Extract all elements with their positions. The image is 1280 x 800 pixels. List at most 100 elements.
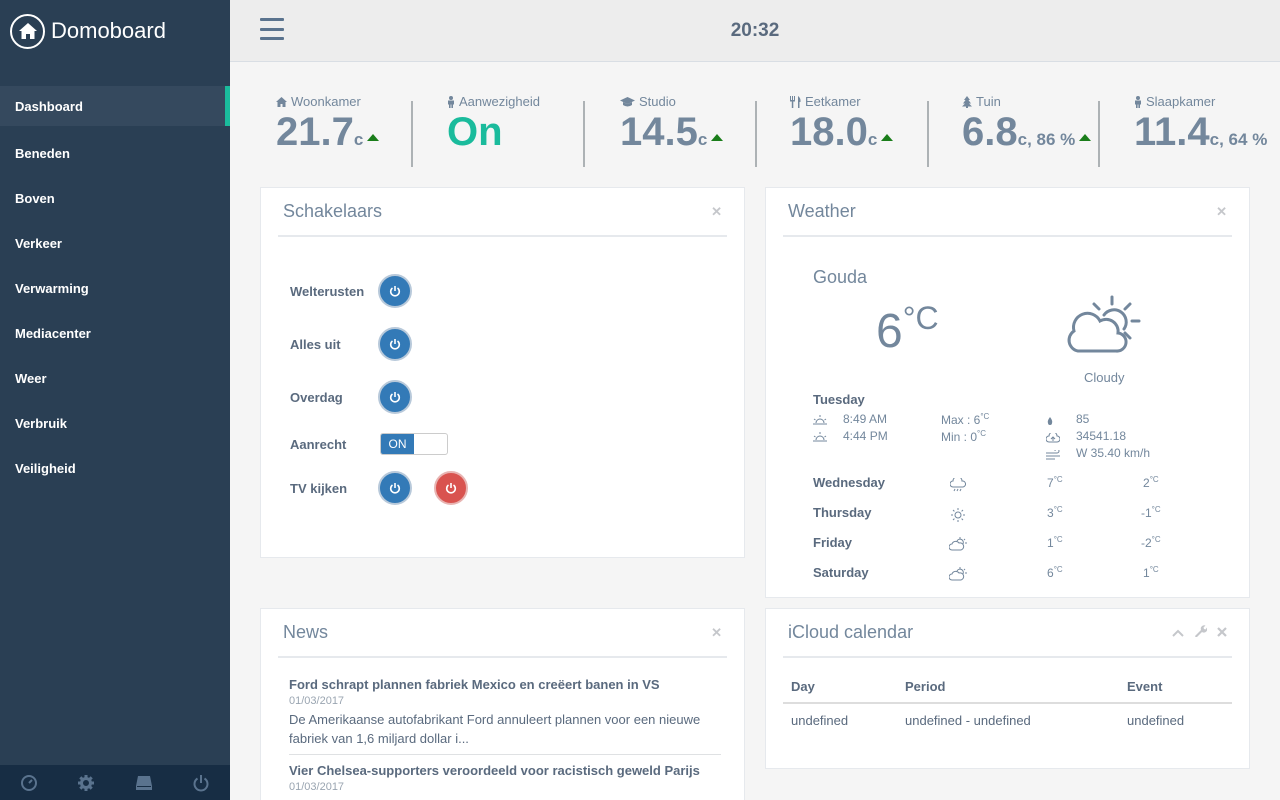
cloudy-icon [1066,293,1146,362]
sidebar-item-dashboard[interactable]: Dashboard [0,86,230,126]
sunset-icon [813,429,827,447]
pressure-icon [1045,430,1061,448]
wrench-icon[interactable] [1194,624,1208,642]
sidebar-footer [0,765,230,800]
graduation-cap-icon [620,96,635,106]
partly-cloudy-icon [948,567,967,586]
chevron-up-icon[interactable] [1172,624,1184,642]
sidebar-nav: Dashboard Beneden Boven Verkeer Verwarmi… [0,86,230,491]
table-row: undefined undefined - undefined undefine… [783,703,1232,737]
panel-header: News ✕ [278,609,727,658]
rain-cloud-icon [949,476,967,497]
panel-header: iCloud calendar [783,609,1232,658]
pressure-value: 34541.18 [1076,429,1127,443]
column-header: Event [1119,671,1232,704]
stat-divider [927,101,929,167]
table-cell: undefined - undefined [905,713,1031,728]
forecast-day: Saturday [813,565,869,580]
sunrise-time: 8:49 AM [843,412,888,426]
power-on-button[interactable] [378,471,412,505]
power-icon [389,286,401,297]
forecast-high: 1°C [1047,535,1063,550]
news-item[interactable]: Ford schrapt plannen fabriek Mexico en c… [289,669,721,755]
power-off-button[interactable] [434,471,468,505]
switches-panel: Schakelaars ✕ Welterusten Alles uit Over… [260,187,745,558]
power-button[interactable] [378,380,412,414]
stat-woonkamer: Woonkamer 21.7c [276,94,380,168]
toggle-switch[interactable]: ON [380,433,448,455]
gear-icon[interactable] [58,765,116,800]
calendar-table: Day Period Event undefined undefined - u… [783,671,1232,737]
sidebar-item-verwarming[interactable]: Verwarming [0,266,230,311]
forecast-day: Thursday [813,505,872,520]
today-min: Min : 0°C [941,429,986,444]
today-day: Tuesday [813,392,865,407]
stat-aanwezigheid: Aanwezigheid On [447,94,540,154]
close-icon[interactable]: ✕ [1216,204,1227,220]
sunrise-icon [813,412,827,430]
panel-header: Schakelaars ✕ [278,188,727,237]
partly-cloudy-icon [948,537,967,556]
switch-row-overdag: Overdag [290,380,412,414]
forecast-low: -1°C [1141,505,1161,520]
switch-row-aanrecht: Aanrecht ON [290,433,448,455]
panel-title: Schakelaars [283,201,383,221]
dashboard-icon[interactable] [0,765,58,800]
arrow-up-icon [367,134,380,141]
sunset-time: 4:44 PM [843,429,888,443]
stat-divider [583,101,585,167]
column-header: Period [897,671,1119,704]
switch-row-welterusten: Welterusten [290,274,412,308]
sidebar-item-beneden[interactable]: Beneden [0,131,230,176]
weather-temperature: 6°C [876,300,939,358]
wind-icon [1046,447,1062,465]
forecast-high: 3°C [1047,505,1063,520]
clock: 20:32 [730,20,780,41]
arrow-up-icon [881,134,894,141]
sidebar-item-weer[interactable]: Weer [0,356,230,401]
sidebar-item-boven[interactable]: Boven [0,176,230,221]
power-icon [389,392,401,403]
table-cell: undefined [791,713,849,728]
sidebar-item-verkeer[interactable]: Verkeer [0,221,230,266]
forecast-low: 2°C [1143,475,1159,490]
sidebar-item-mediacenter[interactable]: Mediacenter [0,311,230,356]
power-button[interactable] [378,274,412,308]
brand[interactable]: Domoboard [0,0,230,62]
news-list: Ford schrapt plannen fabriek Mexico en c… [261,658,744,799]
switch-row-alles-uit: Alles uit [290,327,412,361]
stat-studio: Studio 14.5c [620,94,724,168]
person-icon [448,95,454,108]
stat-divider [1098,101,1100,167]
sidebar-item-veiligheid[interactable]: Veiligheid [0,446,230,491]
close-icon[interactable]: ✕ [711,204,722,220]
stat-slaapkamer: Slaapkamer 11.4c, 64 % [1134,94,1268,154]
power-icon [445,483,457,494]
person-icon [1135,95,1141,108]
sidebar: Domoboard Dashboard Beneden Boven Verkee… [0,0,230,800]
panel-header: Weather ✕ [783,188,1232,237]
close-icon[interactable] [1217,624,1227,642]
sidebar-item-verbruik[interactable]: Verbruik [0,401,230,446]
power-icon [389,339,401,350]
power-button[interactable] [378,327,412,361]
forecast-high: 7°C [1047,475,1063,490]
panel-title: News [283,622,329,642]
power-icon[interactable] [173,765,231,800]
cutlery-icon [790,95,801,108]
top-nav: 20:32 [230,0,1280,62]
table-cell: undefined [1127,713,1185,728]
home-icon [10,13,45,49]
table-header-row: Day Period Event [783,671,1232,704]
home-icon [276,96,287,107]
hdd-icon[interactable] [115,765,173,800]
switch-row-tv-kijken: TV kijken [290,471,468,505]
wind-value: W 35.40 km/h [1076,446,1151,460]
weather-city: Gouda [813,267,868,287]
close-icon[interactable]: ✕ [711,625,722,641]
news-item[interactable]: Vier Chelsea-supporters veroordeeld voor… [289,755,721,799]
column-header: Day [783,671,897,704]
stat-tuin: Tuin 6.8c, 86 % [962,94,1092,168]
tree-icon [962,95,972,108]
stat-divider [411,101,413,167]
